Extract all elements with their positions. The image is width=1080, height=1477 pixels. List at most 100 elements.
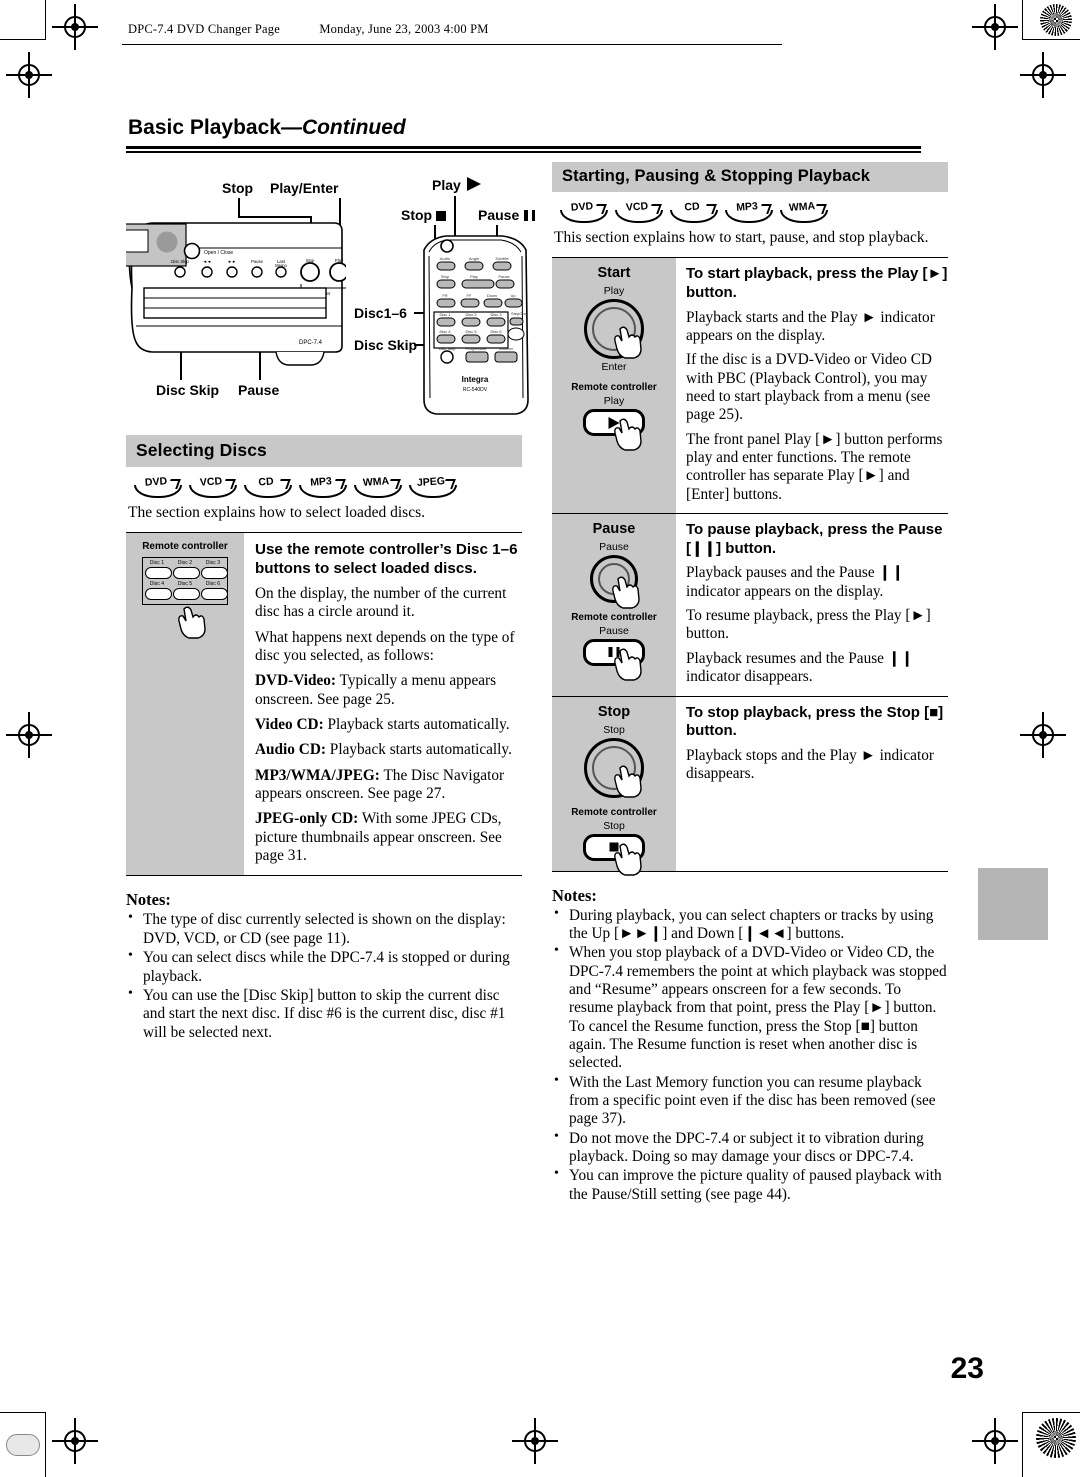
right-notes-list: During playback, you can select chapters…: [552, 906, 948, 1205]
registration-mark-bottom-center: [512, 1418, 558, 1464]
right-column: Starting, Pausing & Stopping Playback DV…: [552, 162, 948, 1205]
disc-key-6: Disc 6: [200, 581, 228, 601]
svg-text:Disc 1: Disc 1: [439, 312, 451, 317]
disc-type-jpeg-only-cd-term: JPEG-only CD:: [255, 810, 359, 828]
pause-paragraph-2: To resume playback, press the Play [►] b…: [686, 607, 931, 643]
svg-text:Pause: Pause: [498, 274, 510, 279]
stop-square-icon: [436, 211, 447, 221]
right-note-item: During playback, you can select chapters…: [552, 906, 948, 944]
selecting-discs-intro: The section explains how to select loade…: [128, 504, 426, 521]
svg-text:Stop: Stop: [441, 274, 450, 279]
select-disc-paragraph-2: What happens next depends on the type of…: [255, 628, 515, 665]
svg-text:Disc 6: Disc 6: [490, 329, 502, 334]
page-title-rule-thin: [126, 151, 921, 153]
svg-text:FR: FR: [442, 293, 447, 298]
pause-row-label: Pause: [592, 520, 636, 537]
running-header-document: DPC-7.4 DVD Changer Page: [128, 22, 281, 36]
disc-key-3: Disc 3: [200, 560, 228, 580]
running-header: DPC-7.4 DVD Changer Page Monday, June 23…: [128, 22, 489, 37]
illustration-label-stop-remote-text: Stop: [401, 207, 433, 223]
press-swirl-top-right: [1040, 4, 1072, 36]
svg-text:Disc 5: Disc 5: [465, 329, 477, 334]
illustration-label-pause-front: Pause: [238, 382, 280, 398]
disc-badge-dvd: DVD: [560, 200, 608, 223]
playback-procedure-table: Start Play Enter Remote controller Play: [552, 257, 948, 876]
disc-key-1: Disc 1: [144, 560, 172, 580]
pointing-hand-icon: [614, 647, 644, 681]
stop-row-label: Stop: [597, 703, 631, 720]
pause-bars-icon: [524, 210, 536, 221]
disc-badge-cd: CD: [244, 475, 292, 498]
pause-remote-caption: Remote controller: [571, 611, 657, 623]
disc-type-mp3-wma-jpeg-term: MP3/WMA/JPEG:: [255, 766, 380, 784]
playback-row-start: Start Play Enter Remote controller Play: [552, 258, 948, 514]
svg-text:Disc 4: Disc 4: [439, 329, 451, 334]
svg-text:Step/2nd: Step/2nd: [511, 311, 527, 316]
svg-text:Disc 3: Disc 3: [490, 312, 502, 317]
illustration-label-disc-1-6: Disc1–6: [354, 305, 407, 321]
remote-controller-drawing: Audio Angle Subtitle Stop Play Pause FR FF Dow…: [423, 235, 529, 415]
lead-line-stop: [238, 198, 240, 216]
remote-controller-caption: Remote controller: [142, 541, 228, 552]
disc-type-video-cd: Video CD: Playback starts automatically.: [255, 716, 522, 734]
pause-remote-button-caption: Pause: [599, 624, 629, 637]
start-text-cell: To start playback, press the Play [►] bu…: [676, 258, 948, 513]
select-disc-heading: Use the remote controller’s Disc 1–6 but…: [255, 541, 518, 577]
select-disc-paragraph-1: On the display, the number of the curren…: [255, 585, 507, 621]
svg-text:Open / Close: Open / Close: [204, 250, 233, 256]
svg-text:Subtitle: Subtitle: [495, 256, 509, 261]
disc-type-jpeg-only-cd: JPEG-only CD: With some JPEG CDs, pictur…: [255, 810, 522, 865]
pointing-hand-icon: [614, 417, 644, 451]
select-disc-procedure-row: Remote controller Disc 1 Disc 2 Disc 3 D…: [126, 532, 522, 877]
disc-badge-dvd: DVD: [134, 475, 182, 498]
svg-text:Angle: Angle: [469, 256, 480, 261]
left-notes-list: The type of disc currently selected is s…: [126, 910, 522, 1042]
running-header-rule: [122, 44, 782, 45]
registration-mark-top-right: [972, 4, 1018, 50]
left-column: Selecting Discs DVD VCD CD MP3 WMA JPEG …: [126, 435, 522, 1043]
registration-mark-left-upper: [6, 52, 52, 98]
disc-type-dvd-video: DVD-Video: Typically a menu appears onsc…: [255, 672, 522, 709]
registration-mark-bottom-right: [972, 1418, 1018, 1464]
page-title-rule-thick: [126, 146, 921, 149]
disc-type-video-cd-term: Video CD:: [255, 716, 324, 734]
front-panel-model-text: DPC-7.4: [299, 340, 323, 346]
start-illustration-cell: Start Play Enter Remote controller Play: [552, 258, 676, 513]
disc-key-3-label: Disc 3: [205, 560, 221, 566]
start-paragraph-3: The front panel Play [►] button performs…: [686, 430, 943, 503]
selecting-discs-heading: Selecting Discs: [126, 435, 522, 467]
page-title-main: Basic Playback: [128, 116, 281, 139]
svg-text:Play: Play: [470, 274, 478, 279]
right-note-item: You can improve the picture quality of p…: [552, 1166, 948, 1204]
start-heading: To start playback, press the Play [►] bu…: [686, 265, 948, 301]
illustration-label-stop-remote: Stop: [401, 207, 447, 223]
running-header-date: Monday, June 23, 2003 4:00 PM: [319, 22, 489, 36]
page-title-continued: —Continued: [280, 116, 406, 139]
starting-playback-intro: This section explains how to start, paus…: [554, 229, 929, 246]
disc-type-video-cd-desc: Playback starts automatically.: [323, 716, 510, 734]
right-note-item: When you stop playback of a DVD-Video or…: [552, 943, 948, 1072]
crop-box-top-left: [0, 0, 46, 40]
illustration-label-play-enter: Play/Enter: [270, 180, 339, 196]
right-disc-badges: DVD VCD CD MP3 WMA: [560, 200, 948, 223]
illustration-label-play-remote: Play: [432, 177, 481, 193]
playback-row-pause: Pause Pause Remote controller Pause To p…: [552, 513, 948, 697]
disc-type-audio-cd-term: Audio CD:: [255, 741, 326, 759]
left-note-item: You can select discs while the DPC-7.4 i…: [126, 948, 522, 986]
disc-type-audio-cd-desc: Playback starts automatically.: [325, 741, 512, 759]
svg-text:Disc 2: Disc 2: [465, 312, 477, 317]
stop-remote-button-caption: Stop: [603, 819, 625, 832]
disc-key-2: Disc 2: [172, 560, 200, 580]
pause-heading: To pause playback, press the Pause [❙❙] …: [686, 520, 943, 557]
page-title: Basic Playback—Continued: [128, 116, 406, 140]
pause-front-caption: Pause: [599, 540, 629, 553]
disc-badge-mp3: MP3: [725, 200, 773, 223]
disc-badge-wma: WMA: [780, 200, 828, 223]
remote-model-text: RC-540DV: [463, 387, 488, 393]
pause-paragraph-3: Playback resumes and the Pause ❙❙ indica…: [686, 649, 914, 686]
disc-badge-vcd: VCD: [189, 475, 237, 498]
left-disc-badges: DVD VCD CD MP3 WMA JPEG: [134, 475, 522, 498]
disc-keypad-illustration: Disc 1 Disc 2 Disc 3 Disc 4 Disc 5 Disc …: [142, 557, 228, 606]
left-note-item: You can use the [Disc Skip] button to sk…: [126, 986, 522, 1042]
disc-badge-jpeg: JPEG: [409, 475, 457, 498]
